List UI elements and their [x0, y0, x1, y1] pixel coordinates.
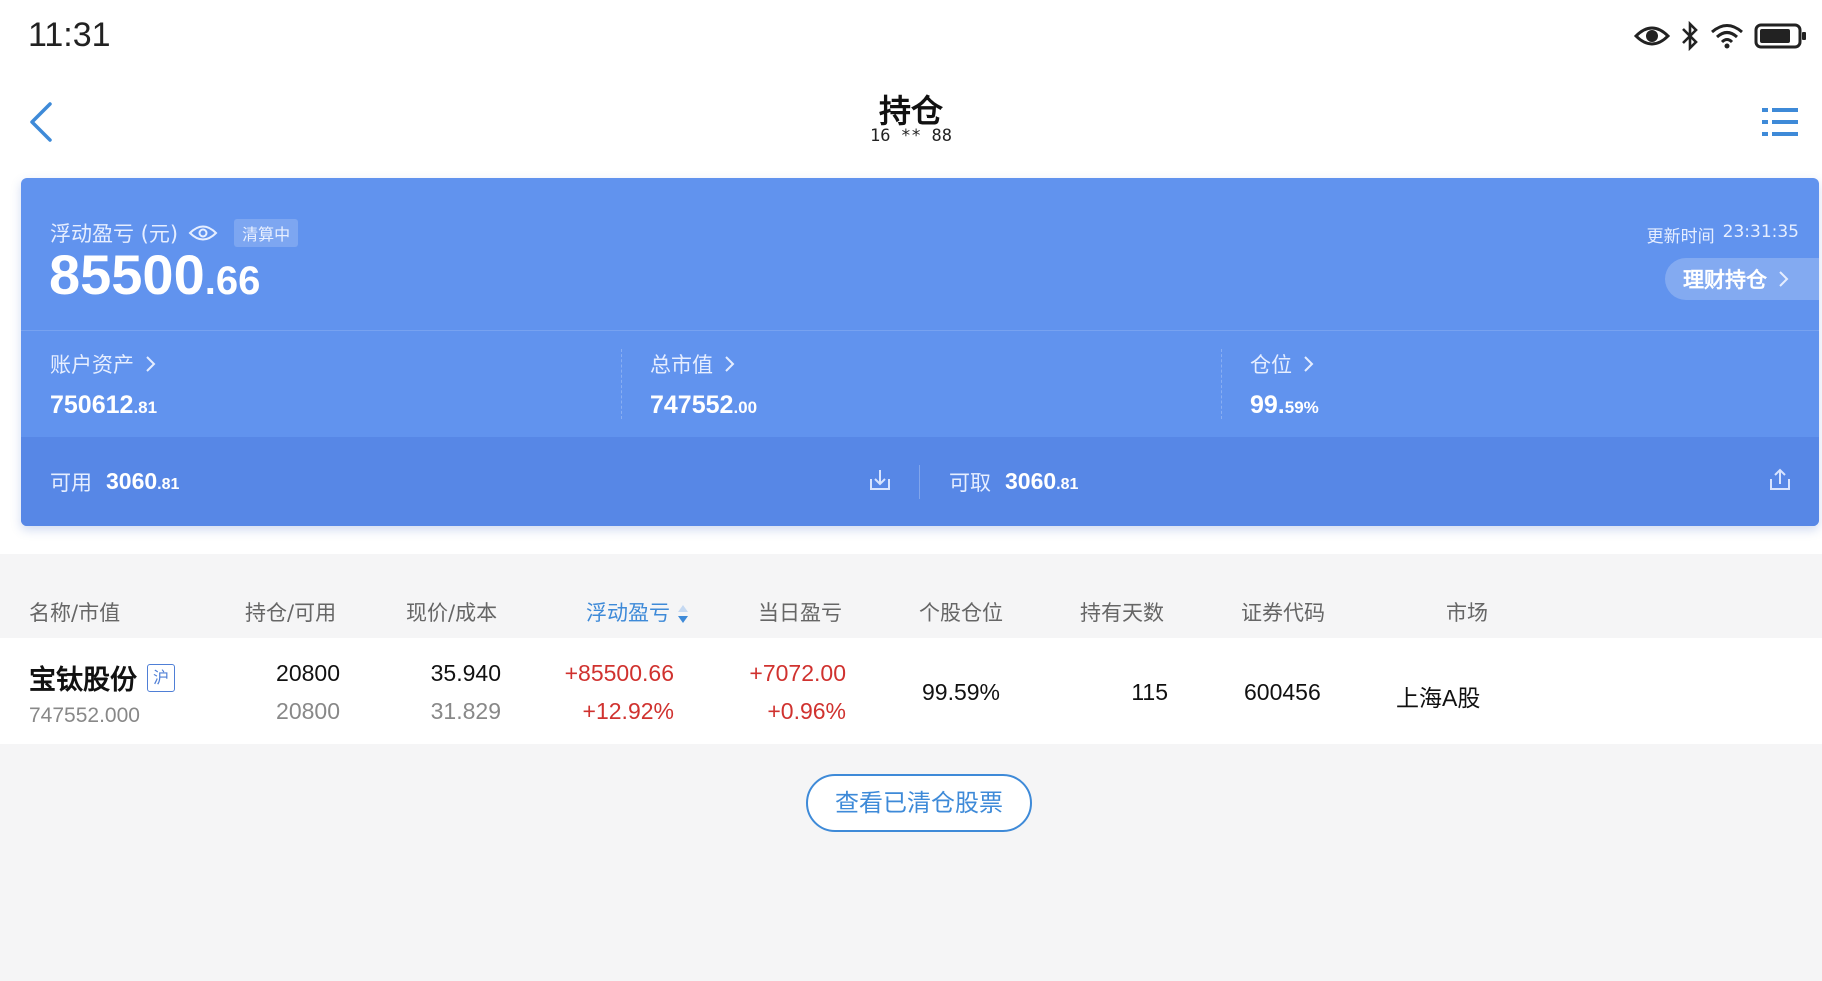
- header-daily-pl[interactable]: 当日盈亏: [758, 597, 842, 627]
- withdrawable-dec: .81: [1056, 476, 1079, 493]
- header-days-held[interactable]: 持有天数: [1080, 597, 1164, 627]
- cash-section: 可用 3060.81 可取 3060.81: [21, 437, 1819, 526]
- floating-pl-section: 浮动盈亏 (元) 清算中 85500.66 更新时间 23:31:35 理财持仓: [21, 178, 1819, 330]
- market-value-int: 747552: [650, 391, 734, 419]
- header-price-cost[interactable]: 现价/成本: [406, 597, 497, 627]
- market-name: 上海A股: [1396, 685, 1481, 711]
- position-label-row: 仓位: [1250, 349, 1314, 379]
- position-dec: 59%: [1284, 398, 1319, 417]
- column-separator: [919, 465, 920, 499]
- market-value-value: 747552.00: [650, 391, 757, 420]
- available-value: 3060.81: [106, 437, 179, 526]
- position-label: 仓位: [1250, 353, 1292, 377]
- floating-pl-dec: .66: [204, 259, 261, 303]
- available-amount: 3060.81: [106, 468, 179, 495]
- floating-pl-pct: +12.92%: [582, 698, 674, 724]
- daily-pl-pct: +0.96%: [767, 698, 846, 724]
- available-cash: 可用: [50, 437, 92, 526]
- floating-pl: +85500.66: [564, 660, 674, 686]
- market-value-dec: .00: [733, 398, 758, 417]
- nav-bar: 持仓 16 ** 88: [0, 74, 1822, 154]
- available-dec: .81: [157, 476, 180, 493]
- account-assets-label: 账户资产: [50, 353, 134, 377]
- eye-toggle-icon[interactable]: [188, 223, 218, 243]
- sort-desc-icon: [678, 605, 688, 623]
- withdrawable-label: 可取: [949, 470, 991, 495]
- days-held: 115: [1131, 679, 1168, 705]
- account-assets-int: 750612: [50, 391, 134, 419]
- cost-price: 31.829: [430, 698, 501, 724]
- available-qty: 20800: [276, 698, 340, 724]
- market-tag: 沪: [147, 663, 176, 692]
- status-time: 11:31: [28, 16, 111, 54]
- stock-market-value: 747552.000: [29, 704, 140, 727]
- withdrawable-amount: 3060.81: [1005, 468, 1078, 495]
- header-position-pct[interactable]: 个股仓位: [919, 597, 1003, 627]
- eye-icon: [1634, 26, 1670, 46]
- security-code: 600456: [1244, 679, 1321, 705]
- chevron-right-icon: [146, 356, 156, 372]
- chevron-right-icon: [1779, 271, 1789, 287]
- account-number: 16 ** 88: [870, 126, 952, 146]
- chevron-right-icon: [1304, 356, 1314, 372]
- stock-name: 宝钛股份: [29, 665, 137, 696]
- transfer-out-icon[interactable]: [1767, 467, 1793, 493]
- current-price: 35.940: [430, 660, 501, 686]
- status-bar: 11:31: [0, 0, 1822, 74]
- finance-holdings-label: 理财持仓: [1683, 268, 1767, 292]
- status-icons: [1634, 18, 1808, 54]
- account-assets-value: 750612.81: [50, 391, 157, 420]
- header-holding[interactable]: 持仓/可用: [245, 597, 336, 627]
- total-market-value[interactable]: 总市值 747552.00: [621, 331, 1221, 445]
- position-ratio[interactable]: 仓位 99.59%: [1221, 331, 1819, 445]
- summary-card: 浮动盈亏 (元) 清算中 85500.66 更新时间 23:31:35 理财持仓…: [21, 178, 1819, 526]
- update-time: 23:31:35: [1722, 222, 1799, 242]
- update-label: 更新时间: [1646, 227, 1715, 247]
- header-market[interactable]: 市场: [1446, 597, 1488, 627]
- position-value: 99.59%: [1250, 391, 1319, 420]
- market-value-label: 总市值: [650, 353, 713, 377]
- holdings-table-header: 名称/市值 持仓/可用 现价/成本 浮动盈亏 当日盈亏 个股仓位 持有天数 证券…: [0, 582, 1822, 638]
- available-int: 3060: [106, 468, 158, 494]
- available-label: 可用: [50, 470, 92, 495]
- chevron-right-icon: [725, 356, 735, 372]
- account-assets-dec: .81: [133, 398, 158, 417]
- holding-qty: 20800: [276, 660, 340, 686]
- header-floating-pl-label: 浮动盈亏: [586, 601, 670, 625]
- battery-icon: [1754, 23, 1806, 49]
- withdrawable-int: 3060: [1005, 468, 1057, 494]
- market-value-label-row: 总市值: [650, 349, 735, 379]
- header-code[interactable]: 证券代码: [1241, 597, 1325, 627]
- list-menu-icon[interactable]: [1760, 102, 1800, 142]
- header-floating-pl[interactable]: 浮动盈亏: [586, 597, 690, 627]
- position-int: 99.: [1250, 391, 1285, 419]
- wifi-icon: [1711, 24, 1743, 49]
- bluetooth-icon: [1682, 21, 1698, 51]
- stock-name-cell: 宝钛股份 沪: [29, 658, 176, 697]
- account-assets-label-row: 账户资产: [50, 349, 156, 379]
- position-pct: 99.59%: [922, 679, 1001, 705]
- account-assets[interactable]: 账户资产 750612.81: [21, 331, 621, 445]
- view-cleared-stocks-button[interactable]: 查看已清仓股票: [806, 774, 1032, 832]
- finance-holdings-button[interactable]: 理财持仓: [1665, 258, 1819, 300]
- daily-pl: +7072.00: [749, 660, 846, 686]
- withdrawable-cash: 可取: [949, 437, 991, 526]
- assets-section: 账户资产 750612.81 总市值 747552.00 仓位 99.59%: [21, 331, 1819, 445]
- header-name-mv[interactable]: 名称/市值: [29, 597, 120, 627]
- floating-pl-int: 85500: [49, 243, 205, 306]
- floating-pl-value: 85500.66: [49, 242, 260, 307]
- table-row[interactable]: 宝钛股份 沪 747552.000 20800 20800 35.940 31.…: [0, 638, 1822, 744]
- update-time-row: 更新时间 23:31:35: [1647, 222, 1799, 247]
- transfer-in-icon[interactable]: [867, 467, 893, 493]
- withdrawable-value: 3060.81: [1005, 437, 1078, 526]
